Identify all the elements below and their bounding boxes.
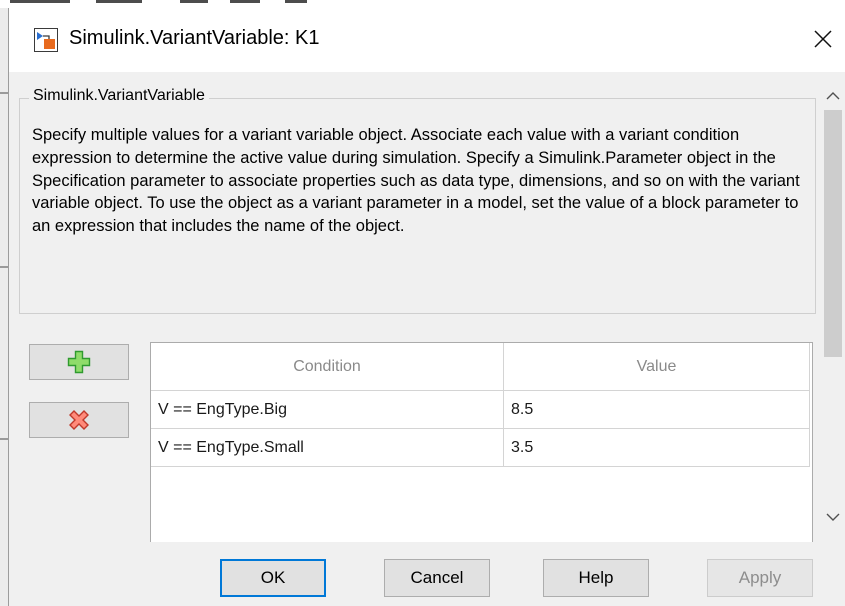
background-tick xyxy=(0,438,8,440)
description-text: Specify multiple values for a variant va… xyxy=(32,126,800,236)
column-header-condition[interactable]: Condition xyxy=(151,343,504,391)
group-legend: Simulink.VariantVariable xyxy=(29,87,209,105)
table-cell-condition[interactable]: V == EngType.Big xyxy=(151,391,504,429)
chevron-up-icon xyxy=(826,91,840,99)
scroll-up-button[interactable] xyxy=(820,82,845,108)
delete-row-button[interactable] xyxy=(29,402,129,438)
variant-values-table: Condition Value V == EngType.Big 8.5 V =… xyxy=(150,342,813,542)
background-text-fragment xyxy=(230,0,260,3)
background-text-fragment xyxy=(96,0,142,3)
ok-button[interactable]: OK xyxy=(220,559,326,597)
scrollbar-thumb[interactable] xyxy=(824,110,842,357)
vertical-scrollbar[interactable] xyxy=(820,72,845,542)
help-button[interactable]: Help xyxy=(543,559,649,597)
background-window-strip xyxy=(0,0,845,8)
title-bar: Simulink.VariantVariable: K1 xyxy=(9,8,845,72)
apply-button[interactable]: Apply xyxy=(707,559,813,597)
background-tick xyxy=(0,266,8,268)
variant-variable-dialog: Simulink.VariantVariable: K1 Simulink.Va… xyxy=(8,8,845,606)
window-title: Simulink.VariantVariable: K1 xyxy=(69,27,320,49)
dialog-content: Simulink.VariantVariable Specify multipl… xyxy=(9,72,845,542)
add-row-button[interactable] xyxy=(29,344,129,380)
close-button[interactable] xyxy=(806,22,840,56)
column-header-value[interactable]: Value xyxy=(504,343,810,391)
simulink-model-icon xyxy=(34,28,58,52)
delete-x-icon xyxy=(69,410,89,430)
background-text-fragment xyxy=(285,0,307,3)
scroll-down-button[interactable] xyxy=(820,504,845,530)
background-text-fragment xyxy=(10,0,70,3)
cancel-button[interactable]: Cancel xyxy=(384,559,490,597)
chevron-down-icon xyxy=(826,513,840,521)
table-cell-condition[interactable]: V == EngType.Small xyxy=(151,429,504,467)
table-cell-value[interactable]: 8.5 xyxy=(504,391,810,429)
background-window-edge xyxy=(0,8,8,606)
background-tick xyxy=(0,92,8,94)
table-cell-value[interactable]: 3.5 xyxy=(504,429,810,467)
plus-icon xyxy=(67,350,91,374)
close-icon xyxy=(814,30,832,48)
background-text-fragment xyxy=(180,0,208,3)
